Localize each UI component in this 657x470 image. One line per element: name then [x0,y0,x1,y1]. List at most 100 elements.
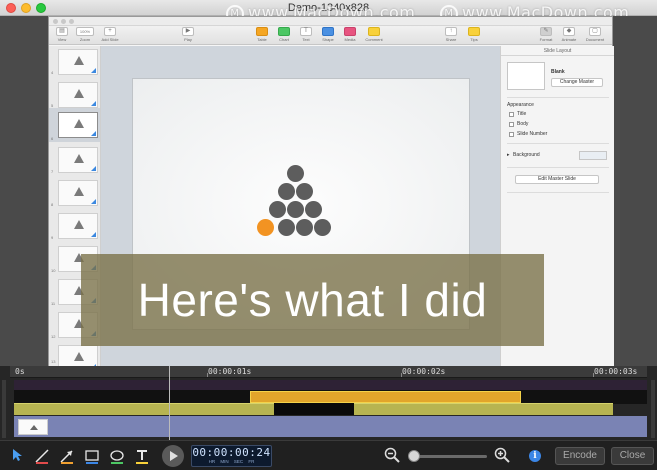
background-color-well[interactable] [579,151,607,160]
slide-thumbnail[interactable] [58,49,98,75]
ellipse-tool-icon[interactable] [107,446,127,466]
toolbar-shape-button[interactable]: Shape [320,27,336,42]
build-marker-icon [91,166,96,171]
document-icon: ▢ [589,27,601,36]
tick-mark [593,373,594,377]
arrow-tool-icon[interactable] [57,446,77,466]
caption-clip[interactable] [250,391,521,403]
toolbar-comment-button[interactable]: Comment [363,27,385,42]
divider [507,167,609,168]
triangle-icon [74,56,84,65]
slide-thumbnail[interactable] [58,213,98,239]
keynote-zoom-button[interactable] [69,19,74,24]
zoom-out-icon[interactable] [384,447,400,463]
text-tool-icon[interactable] [132,446,152,466]
slide-number-checkbox-label: Slide Number [517,131,548,137]
toolbar-label: Media [344,37,356,42]
annotation-track[interactable] [14,380,647,390]
shape-icon [322,27,334,36]
toolbar-label: Tips [470,37,478,42]
background-disclosure-icon[interactable]: ▸ [507,152,510,158]
zoom-slider[interactable] [409,455,487,458]
tick-label: 00:00:02s [402,367,446,376]
slide-number: 4 [51,70,54,75]
background-label: Background [513,152,540,158]
toolbar-label: Comment [365,37,383,42]
edit-master-slide-button[interactable]: Edit Master Slide [515,175,599,184]
toolbar-view-button[interactable]: ▤ View [54,27,70,42]
slide-number: 9 [51,235,54,240]
toolbar-zoom-button[interactable]: 100% Zoom [76,27,94,42]
zoom-in-icon[interactable] [494,447,510,463]
tick-label: 00:00:03s [594,367,638,376]
audio-clip[interactable] [354,403,613,415]
audio-clip[interactable] [14,403,274,415]
zoom-slider-knob[interactable] [408,450,420,462]
caption-text: Here's what I did [137,274,488,326]
orange-ball [257,219,274,236]
bottom-toolbar: 00:00:00:24 HR MIN SEC FR i Encode Close [0,440,657,470]
video-thumbnail[interactable] [18,419,48,435]
gray-ball [314,219,331,236]
toolbar-chart-button[interactable]: Chart [276,27,292,42]
timecode-unit: MIN [220,459,229,464]
toolbar-animate-button[interactable]: ◆ Animate [559,27,579,42]
animate-icon: ◆ [563,27,575,36]
gray-ball [305,201,322,218]
toolbar-tips-button[interactable]: Tips [466,27,482,42]
play-button[interactable] [162,445,184,467]
toolbar-add-slide-button[interactable]: + Add Slide [99,27,121,42]
pointer-tool-icon[interactable] [7,446,27,466]
tick-label: 00:00:01s [208,367,252,376]
comment-icon [368,27,380,36]
slide-thumbnail-selected[interactable] [58,112,98,138]
slide-number: 6 [51,136,54,141]
timeline-scroll-right[interactable] [651,380,655,438]
gray-ball [287,165,304,182]
tick-label: 0s [15,367,25,376]
caption-overlay[interactable]: Here's what I did [81,254,544,346]
keynote-close-button[interactable] [53,19,58,24]
toolbar-text-button[interactable]: T Text [298,27,314,42]
slide-thumbnail[interactable] [58,180,98,206]
gray-ball [296,219,313,236]
tick-mark [401,373,402,377]
time-ruler[interactable]: 0s 00:00:01s 00:00:02s 00:00:03s [10,366,647,378]
toolbar-table-button[interactable]: Table [254,27,270,42]
playhead[interactable] [169,366,170,440]
slide-number-checkbox[interactable] [509,132,514,137]
triangle-icon [74,187,84,196]
title-checkbox[interactable] [509,112,514,117]
encode-button[interactable]: Encode [555,447,605,465]
toolbar-label: Share [445,37,457,42]
info-icon[interactable]: i [529,450,541,462]
view-icon: ▤ [56,27,68,36]
divider [507,192,609,193]
toolbar-play-button[interactable]: ▶ Play [180,27,196,42]
slide-thumbnail[interactable] [58,345,98,367]
slide-thumbnail[interactable] [58,82,98,108]
triangle-icon [74,352,84,361]
rectangle-tool-icon[interactable] [82,446,102,466]
toolbar-share-button[interactable]: ↑ Share [443,27,459,42]
timeline-scroll-left[interactable] [2,380,6,438]
slide-thumbnail[interactable] [58,147,98,173]
video-track[interactable] [14,416,647,437]
toolbar-document-button[interactable]: ▢ Document [583,27,607,42]
slide-number: 12 [51,334,56,339]
close-button[interactable]: Close [611,447,654,465]
master-thumbnail[interactable] [507,62,545,90]
toolbar-format-button[interactable]: ✎ Format [537,27,555,42]
timeline: 0s 00:00:01s 00:00:02s 00:00:03s [0,366,657,440]
body-checkbox[interactable] [509,122,514,127]
triangle-icon [74,89,84,98]
keynote-minimize-button[interactable] [61,19,66,24]
toolbar-label: Shape [322,37,334,42]
toolbar-label: Zoom [79,37,91,42]
change-master-button[interactable]: Change Master [551,78,603,87]
line-tool-icon[interactable] [32,446,52,466]
toolbar-label: Format [539,37,553,42]
toolbar-media-button[interactable]: Media [342,27,358,42]
build-marker-icon [91,199,96,204]
gray-ball [278,219,295,236]
